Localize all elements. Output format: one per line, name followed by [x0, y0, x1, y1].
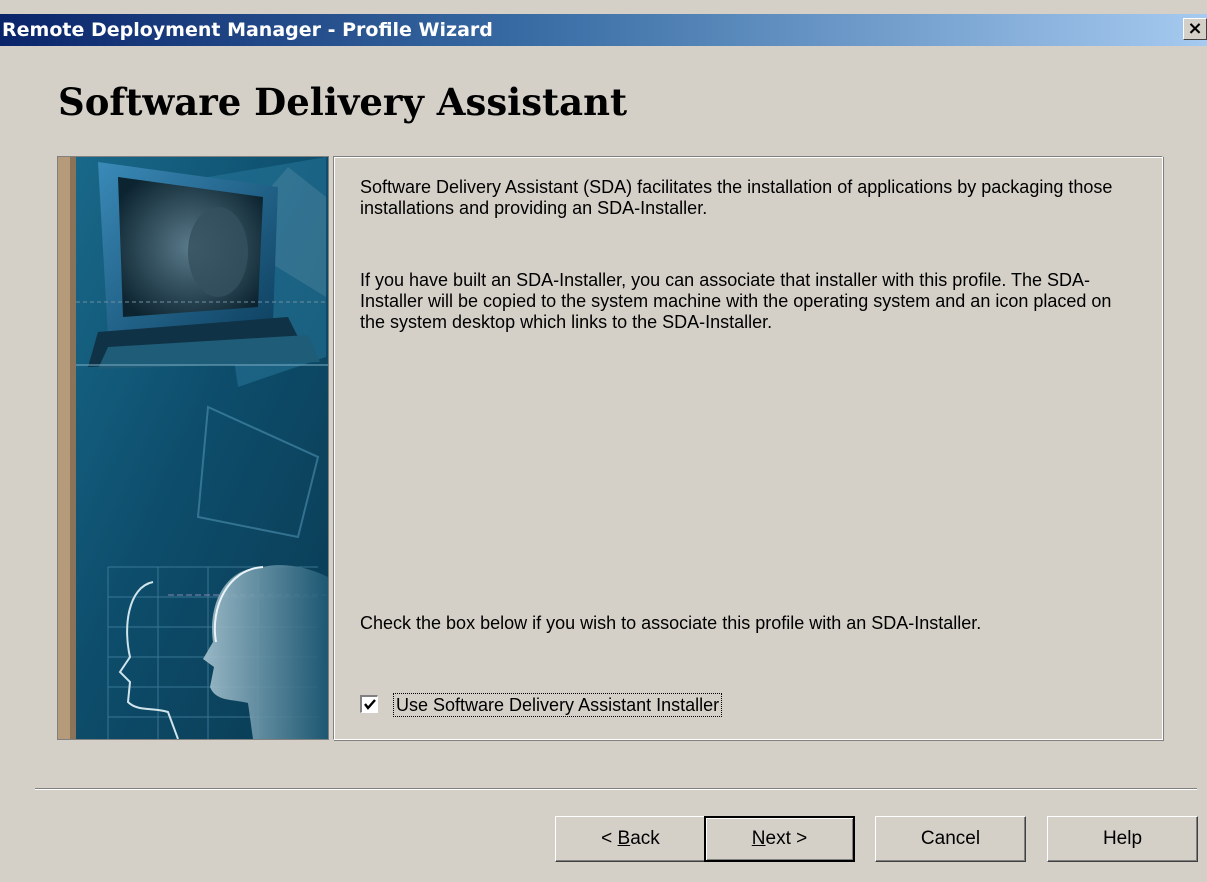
- sda-installer-checkbox[interactable]: [360, 695, 378, 713]
- instruction-paragraph: Check the box below if you wish to assoc…: [360, 613, 982, 633]
- back-mnemonic: B: [617, 828, 631, 849]
- intro-paragraph: Software Delivery Assistant (SDA) facili…: [360, 177, 1113, 218]
- cancel-button[interactable]: Cancel: [875, 816, 1026, 862]
- association-paragraph: If you have built an SDA-Installer, you …: [360, 270, 1112, 332]
- window-title: Remote Deployment Manager - Profile Wiza…: [2, 19, 493, 41]
- title-bar[interactable]: Remote Deployment Manager - Profile Wiza…: [0, 14, 1207, 46]
- page-title: Software Delivery Assistant: [58, 80, 628, 124]
- next-label: ext >: [765, 828, 808, 849]
- next-button[interactable]: Next >: [704, 816, 855, 862]
- content-panel: Software Delivery Assistant (SDA) facili…: [333, 156, 1163, 740]
- next-mnemonic: N: [751, 828, 766, 849]
- help-button[interactable]: Help: [1047, 816, 1198, 862]
- close-icon: ×: [1187, 18, 1203, 39]
- button-separator: [35, 788, 1197, 790]
- back-arrow: <: [601, 828, 618, 849]
- checkmark-icon: [364, 699, 376, 710]
- back-label: ack: [630, 828, 660, 849]
- close-button[interactable]: ×: [1183, 18, 1207, 40]
- wizard-banner-image: [57, 156, 329, 740]
- profile-wizard-window: Remote Deployment Manager - Profile Wiza…: [0, 0, 1207, 882]
- sda-installer-checkbox-label[interactable]: Use Software Delivery Assistant Installe…: [393, 693, 723, 717]
- back-button[interactable]: < Back: [555, 816, 706, 862]
